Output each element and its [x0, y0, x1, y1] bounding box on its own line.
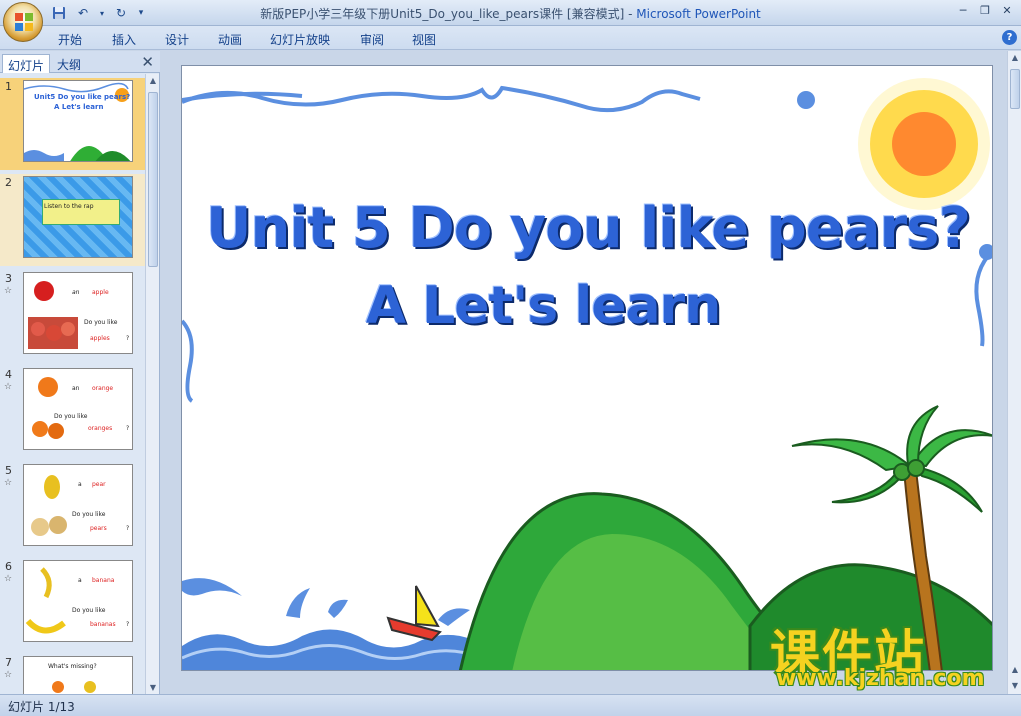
- thumbnail-subtitle: A Let's learn: [54, 103, 104, 111]
- tab-outline[interactable]: 大纲: [52, 54, 86, 73]
- window-title: 新版PEP小学三年级下册Unit5_Do_you_like_pears课件 [兼…: [0, 5, 1021, 22]
- thumbnail-scrollbar[interactable]: ▲ ▼: [145, 74, 159, 694]
- thumbnail-article: a: [78, 577, 82, 584]
- thumbnail-number: 4: [5, 368, 12, 381]
- thumbnail-plural: apples: [90, 335, 110, 342]
- status-bar: 幻灯片 1/13: [0, 694, 1021, 716]
- thumbnail-question: Do you like: [84, 319, 118, 326]
- app-name: Microsoft PowerPoint: [636, 7, 761, 21]
- thumbnail-word: banana: [92, 577, 115, 584]
- thumbnail-qmark: ?: [126, 525, 130, 532]
- thumbnail-slide-7[interactable]: 7 ☆ What's missing?: [0, 654, 145, 694]
- thumbnail-slide-3[interactable]: 3 ☆ an apple Do you like apples ?: [0, 270, 145, 362]
- tab-slideshow[interactable]: 幻灯片放映: [270, 31, 330, 48]
- thumbnail-number: 6: [5, 560, 12, 573]
- thumbnail-plural: oranges: [88, 425, 113, 432]
- scroll-thumb[interactable]: [148, 92, 158, 267]
- thumbnail-preview: a banana Do you like bananas ?: [23, 560, 133, 642]
- thumbnail-slide-1[interactable]: 1 Unit5 Do you like pears? A Let's learn: [0, 78, 145, 170]
- tab-view[interactable]: 视图: [412, 31, 436, 48]
- thumbnail-number: 3: [5, 272, 12, 285]
- tab-slides[interactable]: 幻灯片: [2, 54, 51, 73]
- animation-star-icon: ☆: [4, 574, 13, 584]
- slide-title[interactable]: Unit 5 Do you like pears?: [182, 196, 992, 261]
- restore-icon[interactable]: ❐: [975, 3, 995, 19]
- slide-counter: 幻灯片 1/13: [8, 700, 75, 714]
- thumbnail-slide-6[interactable]: 6 ☆ a banana Do you like bananas ?: [0, 558, 145, 650]
- minimize-icon[interactable]: ─: [953, 3, 973, 19]
- thumbnail-question: Do you like: [72, 607, 106, 614]
- scroll-thumb[interactable]: [1010, 69, 1020, 109]
- thumbnail-word: apple: [92, 289, 109, 296]
- thumbnail-slide-4[interactable]: 4 ☆ an orange Do you like oranges ?: [0, 366, 145, 458]
- thumbnail-question: What's missing?: [48, 663, 97, 670]
- thumbnail-word: orange: [92, 385, 114, 392]
- thumbnail-article: an: [72, 385, 80, 392]
- thumbnail-plural: pears: [90, 525, 107, 532]
- thumbnail-article: a: [78, 481, 82, 488]
- thumbnail-number: 1: [5, 80, 12, 93]
- animation-star-icon: ☆: [4, 382, 13, 392]
- thumbnail-qmark: ?: [126, 335, 130, 342]
- thumbnail-list: 1 Unit5 Do you like pears? A Let's learn…: [0, 74, 145, 694]
- thumbnail-3-art: [28, 281, 78, 349]
- thumbnail-slide-2[interactable]: 2 Listen to the rap: [0, 174, 145, 266]
- thumbnail-preview: Unit5 Do you like pears? A Let's learn: [23, 80, 133, 162]
- scroll-up-icon[interactable]: ▲: [146, 76, 160, 85]
- close-icon[interactable]: ✕: [997, 3, 1017, 19]
- animation-star-icon: ☆: [4, 286, 13, 296]
- thumbnail-article: an: [72, 289, 80, 296]
- thumbnail-number: 2: [5, 176, 12, 189]
- animation-star-icon: ☆: [4, 478, 13, 488]
- slides-panel: 幻灯片 大纲 ✕ 1 Unit5 Do you like pears? A Le…: [0, 51, 160, 694]
- watermark-url: www.kjzhan.com: [776, 666, 985, 691]
- slide-subtitle[interactable]: A Let's learn: [182, 276, 992, 336]
- thumbnail-preview: a pear Do you like pears ?: [23, 464, 133, 546]
- thumbnail-word: pear: [92, 481, 106, 488]
- tab-home[interactable]: 开始: [58, 31, 82, 48]
- thumbnail-preview: an apple Do you like apples ?: [23, 272, 133, 354]
- slide-artwork: [182, 78, 992, 670]
- office-logo-icon: [15, 13, 33, 31]
- document-title: 新版PEP小学三年级下册Unit5_Do_you_like_pears课件 [兼…: [260, 7, 625, 21]
- thumbnail-5-art: [31, 475, 67, 536]
- thumbnail-question: Do you like: [54, 413, 88, 420]
- tab-review[interactable]: 审阅: [360, 31, 384, 48]
- close-panel-icon[interactable]: ✕: [141, 53, 154, 71]
- animation-star-icon: ☆: [4, 670, 13, 680]
- watermark: 课件站 www.kjzhan.com: [770, 614, 1010, 694]
- scroll-up-icon[interactable]: ▲: [1008, 53, 1021, 62]
- thumbnail-qmark: ?: [126, 621, 130, 628]
- tab-animation[interactable]: 动画: [218, 31, 242, 48]
- thumbnail-preview: What's missing?: [23, 656, 133, 694]
- thumbnail-question: Do you like: [72, 511, 106, 518]
- thumbnail-preview: Listen to the rap: [23, 176, 133, 258]
- thumbnail-4-art: [32, 377, 64, 439]
- thumbnail-preview: an orange Do you like oranges ?: [23, 368, 133, 450]
- thumbnail-plural: bananas: [90, 621, 116, 628]
- window-controls: ─ ❐ ✕: [953, 3, 1017, 19]
- thumbnail-text: Listen to the rap: [44, 203, 94, 210]
- current-slide[interactable]: Unit 5 Do you like pears? A Let's learn: [181, 65, 993, 671]
- slide-scrollbar[interactable]: ▲ ▲ ▼: [1007, 51, 1021, 694]
- title-separator: -: [624, 7, 637, 21]
- panel-tabs: 幻灯片 大纲 ✕: [0, 51, 160, 73]
- title-bar: ↶ ▾ ↻ ▾ 新版PEP小学三年级下册Unit5_Do_you_like_pe…: [0, 0, 1021, 26]
- tab-insert[interactable]: 插入: [112, 31, 136, 48]
- help-icon[interactable]: ?: [1002, 30, 1017, 45]
- thumbnail-number: 7: [5, 656, 12, 669]
- ribbon-tabs: 开始 插入 设计 动画 幻灯片放映 审阅 视图 ?: [0, 26, 1021, 50]
- thumbnail-6-art: [25, 567, 66, 634]
- office-button[interactable]: [3, 2, 43, 42]
- thumbnail-number: 5: [5, 464, 12, 477]
- scroll-down-icon[interactable]: ▼: [146, 683, 160, 692]
- thumbnail-title: Unit5 Do you like pears?: [34, 93, 131, 101]
- tab-design[interactable]: 设计: [165, 31, 189, 48]
- thumbnail-slide-5[interactable]: 5 ☆ a pear Do you like pears ?: [0, 462, 145, 554]
- thumbnail-qmark: ?: [126, 425, 130, 432]
- slide-editor: Unit 5 Do you like pears? A Let's learn: [161, 51, 1007, 694]
